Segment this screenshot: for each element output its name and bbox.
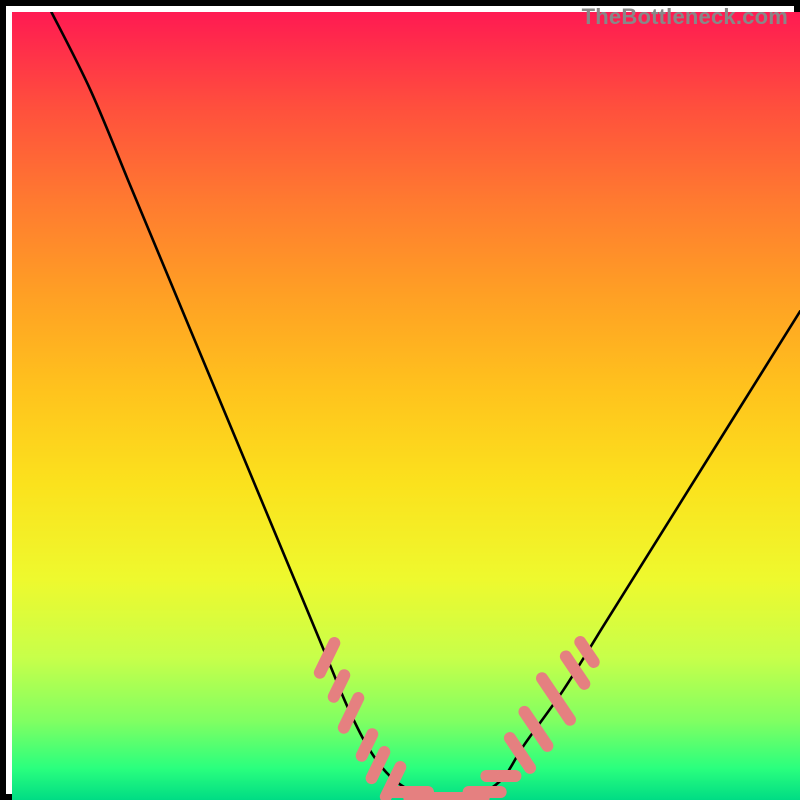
chart-frame: [0, 0, 800, 800]
curve-marker: [462, 786, 507, 798]
watermark-text: TheBottleneck.com: [582, 4, 788, 30]
bottleneck-curve: [12, 12, 800, 800]
curve-marker: [480, 770, 521, 782]
plot-area: [12, 12, 800, 800]
